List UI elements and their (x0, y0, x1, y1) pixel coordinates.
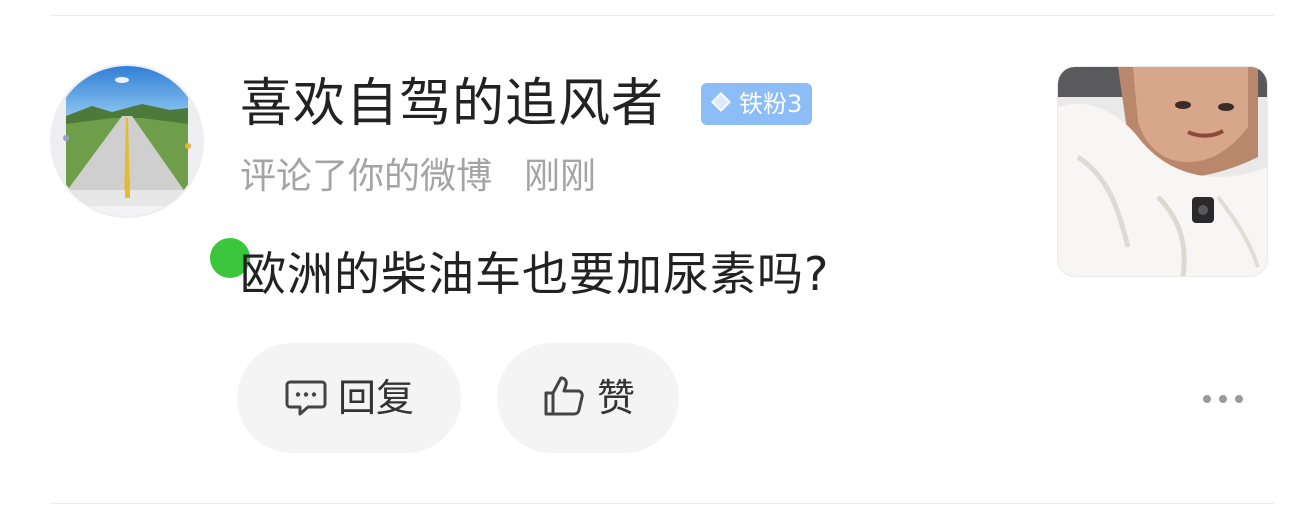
timestamp: 刚刚 (524, 156, 597, 197)
avatar-road-image (52, 66, 202, 216)
bottom-divider (50, 503, 1274, 504)
avatar[interactable] (50, 64, 204, 218)
post-thumbnail-image (1058, 67, 1267, 276)
reply-button[interactable]: 回复 (237, 343, 461, 453)
fan-level-label: 铁粉3 (739, 90, 803, 118)
comment-notification-card: 喜欢自驾的追风者 铁粉3 评论了你的微博刚刚 欧洲的柴油车也要加尿素吗? 回复 (0, 0, 1316, 519)
comment-text: 欧洲的柴油车也要加尿素吗? (240, 247, 830, 301)
top-divider (50, 15, 1274, 16)
more-dots-icon (1201, 390, 1245, 409)
comment-bubble-icon (284, 374, 328, 422)
diamond-icon (709, 90, 733, 118)
fan-level-badge[interactable]: 铁粉3 (701, 83, 813, 125)
thumbs-up-icon (541, 373, 587, 423)
like-button[interactable]: 赞 (497, 343, 679, 453)
original-post-thumbnail[interactable] (1057, 66, 1268, 277)
reply-label: 回复 (337, 376, 414, 420)
action-line: 评论了你的微博 刚刚 (240, 152, 596, 202)
avatar-container[interactable] (50, 64, 254, 282)
like-label: 赞 (596, 376, 635, 420)
more-button[interactable] (1196, 386, 1250, 412)
username[interactable]: 喜欢自驾的追风者 (240, 72, 664, 136)
action-text: 评论了你的微博 (240, 156, 493, 197)
